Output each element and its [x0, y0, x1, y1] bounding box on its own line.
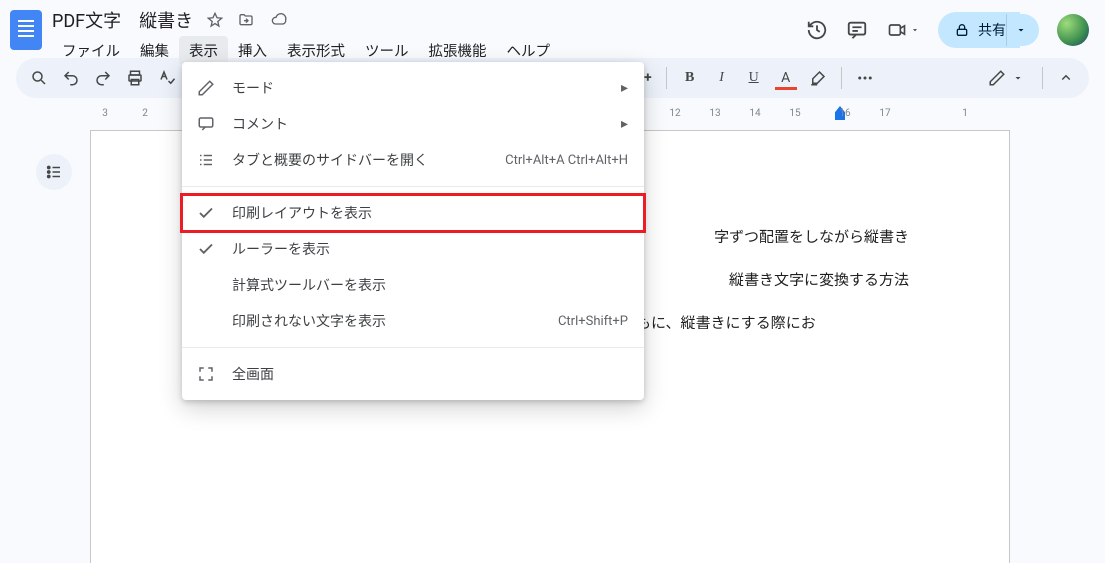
menu-item-label: ルーラーを表示: [232, 239, 628, 259]
ruler-tick: 16: [839, 108, 850, 119]
menu-item-fullscreen[interactable]: 全画面: [182, 356, 644, 392]
menu-item-nonprinting[interactable]: 印刷されない文字を表示 Ctrl+Shift+P: [182, 303, 644, 339]
redo-icon[interactable]: [88, 63, 118, 93]
chevron-down-icon: [1012, 72, 1024, 84]
menu-separator: [182, 347, 644, 348]
check-icon: [196, 204, 216, 222]
menu-item-tabs-outline[interactable]: タブと概要のサイドバーを開く Ctrl+Alt+A Ctrl+Alt+H: [182, 142, 644, 178]
italic-button[interactable]: I: [707, 63, 737, 93]
lock-icon: [954, 22, 970, 38]
doc-title[interactable]: PDF文字 縦書き: [52, 7, 193, 33]
ruler-tick: 2: [142, 108, 148, 119]
menu-separator: [182, 186, 644, 187]
spellcheck-icon[interactable]: [152, 63, 182, 93]
underline-button[interactable]: U: [739, 63, 769, 93]
menu-file[interactable]: ファイル: [52, 36, 130, 65]
share-label: 共有: [978, 20, 1006, 40]
ruler-tick: 17: [879, 108, 890, 119]
menu-item-show-ruler[interactable]: ルーラーを表示: [182, 231, 644, 267]
doc-title-row: PDF文字 縦書き: [52, 6, 806, 34]
collapse-icon[interactable]: [1051, 63, 1081, 93]
menu-item-label: 全画面: [232, 364, 628, 384]
menu-insert[interactable]: 挿入: [228, 36, 277, 65]
pencil-icon: [988, 69, 1006, 87]
menu-tools[interactable]: ツール: [355, 36, 419, 65]
menu-extensions[interactable]: 拡張機能: [419, 36, 497, 65]
editing-mode-button[interactable]: [978, 65, 1034, 91]
title-column: PDF文字 縦書き ファイル 編集 表示 挿入 表示形式 ツール 拡張機能 ヘル…: [52, 6, 806, 65]
pencil-icon: [196, 79, 216, 97]
chevron-right-icon: ▸: [621, 116, 628, 132]
text-color-button[interactable]: A: [771, 63, 801, 93]
menu-edit[interactable]: 編集: [130, 36, 179, 65]
menubar: ファイル 編集 表示 挿入 表示形式 ツール 拡張機能 ヘルプ: [52, 36, 806, 65]
chevron-right-icon: ▸: [621, 80, 628, 96]
print-icon[interactable]: [120, 63, 150, 93]
check-icon: [196, 240, 216, 258]
menu-help[interactable]: ヘルプ: [497, 36, 561, 65]
move-folder-icon[interactable]: [237, 12, 255, 28]
menu-item-label: コメント: [232, 114, 605, 134]
comment-icon: [196, 115, 216, 133]
menu-item-label: 印刷レイアウトを表示: [232, 203, 628, 223]
highlight-button[interactable]: [803, 63, 833, 93]
bold-button[interactable]: B: [675, 63, 705, 93]
ruler-tick: 12: [669, 108, 680, 119]
ruler-tick: 15: [789, 108, 800, 119]
avatar[interactable]: [1057, 14, 1089, 46]
menu-item-mode[interactable]: モード ▸: [182, 70, 644, 106]
menu-item-label: 印刷されない文字を表示: [232, 311, 542, 331]
menu-item-label: タブと概要のサイドバーを開く: [232, 150, 489, 170]
menu-format[interactable]: 表示形式: [277, 36, 355, 65]
ruler-tick: 13: [709, 108, 720, 119]
menu-item-comments[interactable]: コメント ▸: [182, 106, 644, 142]
view-dropdown: モード ▸ コメント ▸ タブと概要のサイドバーを開く Ctrl+Alt+A C…: [182, 62, 644, 400]
list-icon: [196, 151, 216, 169]
titlebar: PDF文字 縦書き ファイル 編集 表示 挿入 表示形式 ツール 拡張機能 ヘル…: [0, 0, 1105, 58]
show-outline-button[interactable]: [36, 154, 72, 190]
menu-item-shortcut: Ctrl+Alt+A Ctrl+Alt+H: [505, 153, 628, 168]
search-menu-icon[interactable]: [24, 63, 54, 93]
menu-view[interactable]: 表示: [179, 36, 228, 65]
titlebar-right: 共有: [806, 12, 1089, 48]
list-icon: [45, 163, 63, 181]
star-icon[interactable]: [207, 12, 223, 28]
ruler-tick: 14: [749, 108, 760, 119]
menu-item-print-layout[interactable]: 印刷レイアウトを表示: [182, 195, 644, 231]
comments-icon[interactable]: [846, 19, 868, 41]
ruler-tick: 1: [962, 108, 968, 119]
menu-item-formula-bar[interactable]: 計算式ツールバーを表示: [182, 267, 644, 303]
menu-item-label: モード: [232, 78, 605, 98]
menu-item-label: 計算式ツールバーを表示: [232, 275, 628, 295]
menu-item-shortcut: Ctrl+Shift+P: [558, 314, 628, 329]
more-icon[interactable]: [850, 63, 880, 93]
share-dropdown[interactable]: [1006, 14, 1039, 46]
cloud-status-icon[interactable]: [269, 12, 289, 28]
meet-icon[interactable]: [886, 20, 920, 40]
docs-logo-icon[interactable]: [10, 10, 42, 50]
ruler-tick: 3: [102, 108, 108, 119]
fullscreen-icon: [196, 365, 216, 383]
undo-icon[interactable]: [56, 63, 86, 93]
history-icon[interactable]: [806, 19, 828, 41]
